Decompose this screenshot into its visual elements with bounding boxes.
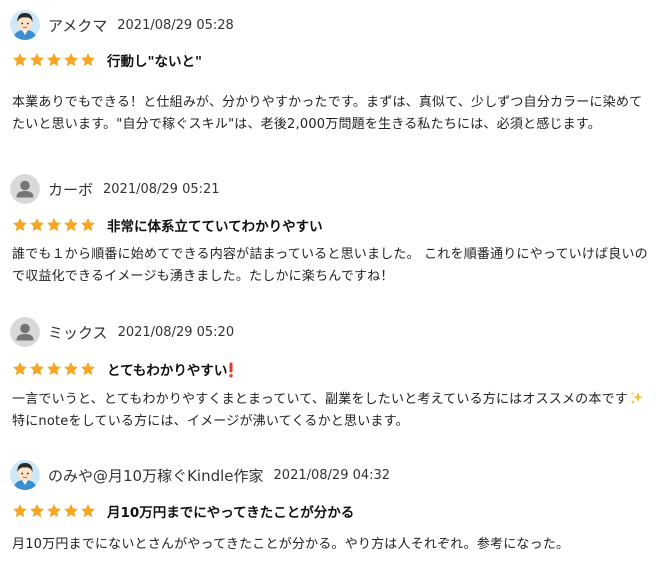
user-name[interactable]: アメクマ [48, 15, 107, 36]
review-title: 非常に体系立てていてわかりやすい [107, 219, 323, 235]
review-header: カーボ 2021/08/29 05:21 [10, 174, 220, 204]
star-icon [47, 362, 61, 376]
star-rating [12, 52, 97, 68]
star-icon [13, 53, 27, 67]
star-icon [47, 53, 61, 67]
review-header: ミックス 2021/08/29 05:20 [10, 317, 234, 347]
review-date: 2021/08/29 05:21 [103, 181, 220, 197]
star-icon [13, 504, 27, 518]
star-icon [64, 504, 78, 518]
review-body: 本業ありでもできる！と仕組みが、分かりやすかったです。まずは、真似て、少しずつ自… [12, 95, 643, 132]
cartoon-man-avatar [10, 460, 40, 490]
star-icon [81, 53, 95, 67]
user-name[interactable]: カーボ [48, 179, 93, 200]
star-icon [81, 504, 95, 518]
review-body: 一言でいうと、とてもわかりやすくまとまっていて、副業をしたいと考えている方にはオ… [12, 389, 648, 433]
review-header: アメクマ 2021/08/29 05:28 [10, 10, 234, 40]
rating-row: 行動し"ないと" [12, 50, 202, 70]
star-icon [47, 504, 61, 518]
default-user-avatar [10, 317, 40, 347]
star-icon [30, 218, 44, 232]
review-date: 2021/08/29 05:28 [117, 17, 234, 33]
review-date: 2021/08/29 04:32 [273, 467, 391, 483]
star-icon [64, 218, 78, 232]
review-title: 月10万円までにやってきたことが分かる [107, 505, 355, 521]
sparkles-emoji-icon [630, 392, 643, 405]
user-name[interactable]: ミックス [48, 322, 108, 343]
review-title: 行動し"ないと" [107, 54, 203, 70]
review-body-part1: 一言でいうと、とてもわかりやすくまとまっていて、副業をしたいと考えている方にはオ… [12, 392, 628, 407]
review-title: とてもわかりやすい [107, 359, 234, 379]
star-rating [12, 361, 97, 377]
star-icon [13, 218, 27, 232]
exclamation-emoji-icon [229, 362, 234, 378]
rating-row: とてもわかりやすい [12, 359, 234, 379]
star-icon [30, 53, 44, 67]
cartoon-man-avatar [10, 10, 40, 40]
star-icon [30, 504, 44, 518]
star-rating [12, 503, 97, 519]
rating-row: 月10万円までにやってきたことが分かる [12, 501, 354, 521]
star-icon [47, 218, 61, 232]
star-icon [81, 362, 95, 376]
star-icon [30, 362, 44, 376]
default-user-avatar [10, 174, 40, 204]
user-name[interactable]: のみや@月10万稼ぐKindle作家 [48, 465, 264, 486]
rating-row: 非常に体系立てていてわかりやすい [12, 215, 323, 235]
star-icon [64, 362, 78, 376]
review-body: 誰でも１から順番に始めてできる内容が詰まっていると思いました。 これを順番通りに… [12, 247, 648, 284]
star-rating [12, 217, 97, 233]
review-title-text: とてもわかりやすい [107, 363, 228, 379]
review-date: 2021/08/29 05:20 [117, 324, 235, 340]
review-header: のみや@月10万稼ぐKindle作家 2021/08/29 04:32 [10, 460, 390, 490]
star-icon [81, 218, 95, 232]
star-icon [13, 362, 27, 376]
review-body: 月10万円までにないとさんがやってきたことが分かる。やり方は人それぞれ。参考にな… [12, 537, 570, 552]
star-icon [64, 53, 78, 67]
review-body-part2: 特にnoteをしている方には、イメージが沸いてくるかと思います。 [12, 414, 409, 429]
